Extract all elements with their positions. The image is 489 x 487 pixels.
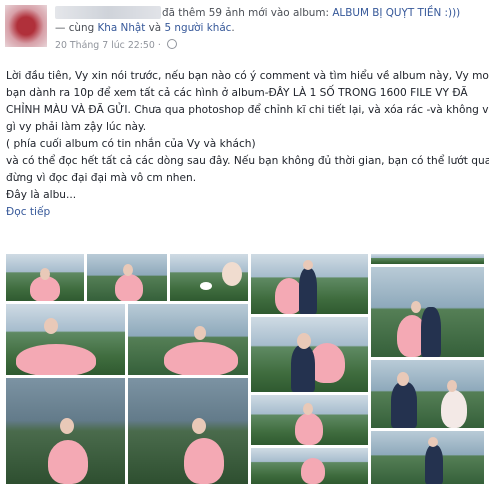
with-prefix: — cùng	[55, 22, 98, 34]
body-line: CHỈNH MÀU VÀ ĐÃ GỬI. Chưa qua photoshop …	[6, 104, 489, 116]
album-photo[interactable]	[371, 360, 484, 428]
others-link[interactable]: 5 người khác	[164, 22, 231, 34]
action-text: đã thêm 59 ảnh mới vào album:	[162, 7, 333, 19]
period: .	[231, 22, 235, 34]
see-more-link[interactable]: Đọc tiếp	[6, 206, 50, 218]
profile-avatar[interactable]	[5, 5, 47, 47]
post-time: 20 Tháng 7 lúc 22:50 ·	[55, 39, 177, 51]
body-line: Đây là albu...	[6, 189, 77, 201]
album-photo[interactable]	[6, 378, 125, 484]
and-text: và	[145, 22, 165, 34]
album-photo[interactable]	[6, 304, 125, 375]
album-link[interactable]: ALBUM BỊ QUỴT TIỀN :)))	[332, 7, 460, 19]
album-photo[interactable]	[251, 448, 368, 484]
tagged-person-link[interactable]: Kha Nhật	[97, 22, 145, 34]
post-body: Lời đầu tiên, Vy xin nói trước, nếu bạn …	[6, 68, 489, 221]
album-photo[interactable]	[128, 304, 248, 375]
body-line: gì vy phải làm zậy lúc này.	[6, 121, 147, 133]
album-photo[interactable]	[371, 267, 484, 357]
timestamp-link[interactable]: 20 Tháng 7 lúc 22:50 ·	[55, 40, 164, 51]
body-line: và có thể đọc hết tất cả các dòng sau đâ…	[6, 155, 489, 167]
body-line: đừng vì đọc đại đại mà vô cm nhen.	[6, 172, 197, 184]
album-photo[interactable]	[128, 378, 248, 484]
album-photo[interactable]	[6, 254, 84, 301]
tag-line: — cùng Kha Nhật và 5 người khác.	[55, 22, 235, 34]
album-photo[interactable]	[251, 395, 368, 445]
blurred-author-name[interactable]	[55, 6, 161, 19]
body-line: Lời đầu tiên, Vy xin nói trước, nếu bạn …	[6, 70, 489, 82]
facebook-post: đã thêm 59 ảnh mới vào album: ALBUM BỊ Q…	[0, 0, 489, 487]
album-photo[interactable]	[87, 254, 167, 301]
body-line: ( phía cuối album có tin nhắn của Vy và …	[6, 138, 256, 150]
album-photo[interactable]	[251, 317, 368, 392]
photo-gallery	[6, 254, 484, 484]
album-photo[interactable]	[251, 254, 368, 314]
album-photo[interactable]	[170, 254, 248, 301]
album-photo[interactable]	[371, 431, 484, 484]
post-header: đã thêm 59 ảnh mới vào album: ALBUM BỊ Q…	[162, 7, 460, 19]
album-photo[interactable]	[371, 254, 484, 264]
body-line: bạn dành ra 10p để xem tất cả các hình ở…	[6, 87, 468, 99]
globe-icon	[166, 39, 177, 49]
